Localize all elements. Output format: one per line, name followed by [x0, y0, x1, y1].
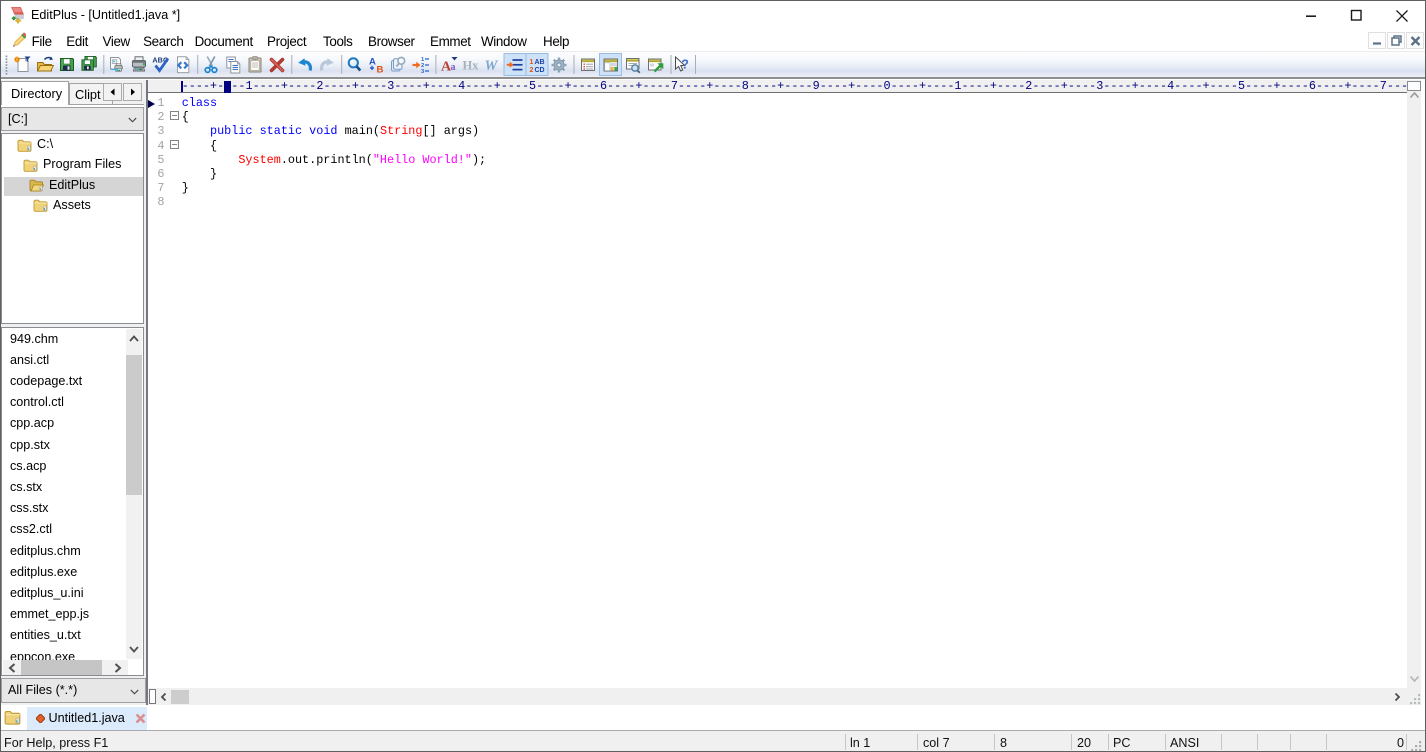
svg-text:B: B: [377, 65, 384, 76]
svg-text:1: 1: [530, 59, 534, 66]
svg-text:a: a: [451, 62, 456, 73]
svg-text:AB: AB: [535, 59, 545, 66]
svg-text:Hx: Hx: [463, 59, 480, 73]
svg-text:W: W: [485, 58, 499, 74]
svg-text:?: ?: [681, 58, 689, 72]
svg-text:2: 2: [530, 67, 534, 74]
svg-text:3: 3: [421, 69, 425, 75]
svg-text:CD: CD: [535, 67, 545, 74]
